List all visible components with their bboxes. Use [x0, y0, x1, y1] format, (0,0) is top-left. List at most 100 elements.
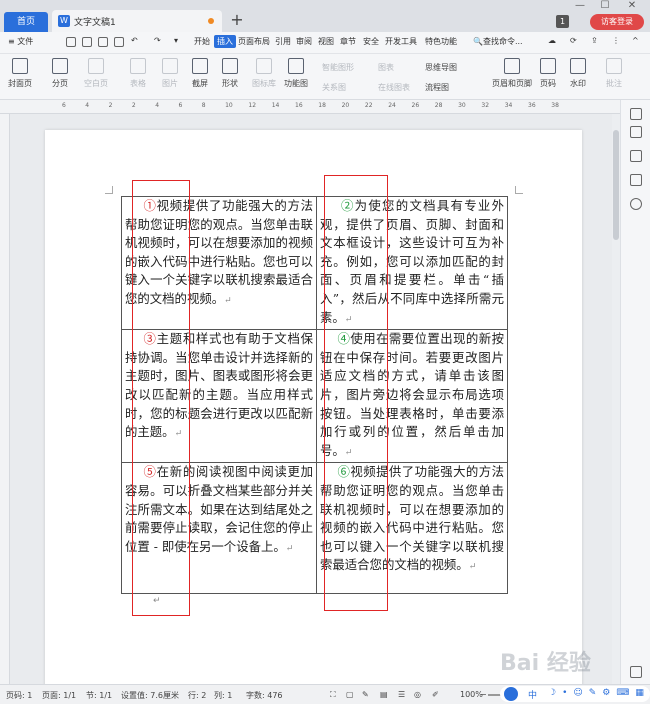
- return-mark: ↵: [285, 543, 294, 554]
- cover-page-button[interactable]: 封面页: [8, 58, 32, 89]
- collapse-ribbon-icon[interactable]: ^: [632, 36, 639, 45]
- ruler-number: 18: [318, 102, 326, 109]
- menu-tab-features[interactable]: 特色功能: [425, 36, 457, 47]
- minimize-button[interactable]: —: [572, 0, 588, 11]
- save-icon[interactable]: [66, 37, 76, 47]
- flowchart-button[interactable]: 流程图: [425, 82, 449, 93]
- more-options-icon[interactable]: ⋮: [612, 36, 620, 45]
- settings-sliders-icon[interactable]: [630, 174, 642, 186]
- undo-icon[interactable]: ↶: [131, 36, 138, 45]
- share-icon[interactable]: ⇪: [591, 36, 598, 45]
- file-menu[interactable]: ≡ 文件: [8, 36, 33, 47]
- status-word-count[interactable]: 字数: 476: [246, 690, 283, 701]
- ruler-number: 8: [201, 102, 206, 109]
- tab-home[interactable]: 首页: [4, 12, 48, 32]
- cloud-icon[interactable]: ☁: [548, 36, 556, 45]
- picture-icon: [162, 58, 178, 74]
- select-cursor-icon[interactable]: [630, 150, 642, 162]
- mind-map-button[interactable]: 思维导图: [425, 62, 457, 73]
- ruler-number: 4: [85, 102, 90, 109]
- ruler-number: 2: [131, 102, 136, 109]
- ime-toolbar[interactable]: 中 ☽•☺✎⚙⌨▦: [500, 686, 650, 702]
- window-count-badge[interactable]: 1: [556, 15, 569, 28]
- watermark-icon: [570, 58, 586, 74]
- icon-library-button[interactable]: 图标库: [252, 58, 276, 89]
- smart-shape-button[interactable]: 智能图形: [322, 62, 354, 73]
- ruler-number: 10: [225, 102, 233, 109]
- close-button[interactable]: ✕: [624, 0, 640, 11]
- ruler-number: 26: [411, 102, 420, 109]
- status-column[interactable]: 列: 1: [214, 690, 232, 701]
- watermark-button[interactable]: 水印: [570, 58, 586, 89]
- edit-pen-icon[interactable]: [630, 126, 642, 138]
- ime-language-indicator[interactable]: 中: [528, 688, 537, 701]
- menu-tab-home[interactable]: 开始: [194, 36, 210, 47]
- add-tab-button[interactable]: +: [228, 12, 246, 30]
- redo-icon[interactable]: ↷: [154, 36, 161, 45]
- blank-page-button[interactable]: 空白页: [84, 58, 108, 89]
- menu-tab-layout[interactable]: 页面布局: [238, 36, 270, 47]
- function-chart-button[interactable]: 功能图: [284, 58, 308, 89]
- apps-grid-icon[interactable]: [630, 666, 642, 678]
- sync-icon[interactable]: ⟳: [570, 36, 577, 45]
- print-preview-icon[interactable]: [114, 37, 124, 47]
- guest-login-button[interactable]: 访客登录: [590, 14, 644, 30]
- tab-document-label: 文字文稿1: [74, 18, 116, 28]
- margin-corner-tl: [105, 186, 113, 194]
- ruler-number: 34: [504, 102, 513, 109]
- help-icon[interactable]: [630, 198, 642, 210]
- zoom-out-button[interactable]: −: [480, 690, 487, 699]
- horizontal-ruler[interactable]: 6 4 2 2 4 6 8 10 12 14 16 18 20 22 24 26 28 30 32 34 36 38: [0, 100, 620, 114]
- chart-button[interactable]: 图表: [378, 62, 394, 73]
- shape-button[interactable]: 形状: [222, 58, 238, 89]
- picture-button[interactable]: 图片: [162, 58, 178, 89]
- header-footer-button[interactable]: 页眉和页脚: [492, 58, 532, 89]
- cover-page-icon: [12, 58, 28, 74]
- ime-tool-icons[interactable]: ☽•☺✎⚙⌨▦: [548, 688, 650, 698]
- reading-mode-icon[interactable]: ▢: [346, 690, 354, 699]
- command-search[interactable]: 🔍查找命令...: [473, 36, 523, 47]
- status-page-number[interactable]: 页码: 1: [6, 690, 32, 701]
- unsaved-dot-icon: [208, 18, 214, 24]
- status-section[interactable]: 节: 1/1: [86, 690, 112, 701]
- status-row[interactable]: 行: 2: [188, 690, 206, 701]
- maximize-button[interactable]: ☐: [597, 0, 613, 11]
- write-view-icon[interactable]: ✐: [432, 690, 439, 699]
- sidebar-collapse-icon[interactable]: [630, 108, 642, 120]
- status-pages[interactable]: 页面: 1/1: [42, 690, 76, 701]
- table-icon: [130, 58, 146, 74]
- status-setting-value[interactable]: 设置值: 7.6厘米: [121, 690, 179, 701]
- menu-tab-section[interactable]: 章节: [340, 36, 356, 47]
- ruler-number: 16: [295, 102, 303, 109]
- document-page[interactable]: ①视频提供了功能强大的方法帮助您证明您的观点。当您单击联机视频时，可以在想要添加…: [45, 130, 582, 690]
- return-mark: ↵: [468, 562, 477, 573]
- title-bar: 首页 W 文字文稿1 + 1 访客登录 — ☐ ✕: [0, 0, 650, 32]
- table-button[interactable]: 表格: [130, 58, 146, 89]
- page-break-button[interactable]: 分页: [52, 58, 68, 89]
- online-chart-button[interactable]: 在线图表: [378, 82, 410, 93]
- page-number-button[interactable]: 页码: [540, 58, 556, 89]
- menu-tab-review[interactable]: 审阅: [296, 36, 312, 47]
- relation-chart-button[interactable]: 关系图: [322, 82, 346, 93]
- menu-tab-references[interactable]: 引用: [275, 36, 291, 47]
- menu-tab-security[interactable]: 安全: [363, 36, 379, 47]
- ruler-number: 30: [458, 102, 466, 109]
- highlight-box-left: [132, 180, 190, 616]
- fullscreen-icon[interactable]: ⛶: [330, 690, 336, 700]
- menu-tab-developer[interactable]: 开发工具: [385, 36, 417, 47]
- menu-tab-view[interactable]: 视图: [318, 36, 334, 47]
- menu-tab-insert[interactable]: 插入: [214, 35, 236, 48]
- more-chevron-icon[interactable]: ▾: [174, 36, 178, 45]
- edit-mode-icon[interactable]: ✎: [362, 690, 369, 699]
- ruler-number: 28: [434, 102, 443, 109]
- page-view-icon[interactable]: ▤: [380, 690, 388, 699]
- print-icon[interactable]: [98, 37, 108, 47]
- tab-document[interactable]: W 文字文稿1: [52, 10, 222, 32]
- vertical-ruler[interactable]: [0, 114, 10, 684]
- export-pdf-icon[interactable]: [82, 37, 92, 47]
- outline-view-icon[interactable]: ☰: [398, 690, 405, 699]
- web-view-icon[interactable]: ◎: [414, 690, 421, 699]
- scrollbar-thumb[interactable]: [613, 130, 619, 240]
- screenshot-button[interactable]: 截屏: [192, 58, 208, 89]
- comment-button[interactable]: 批注: [606, 58, 622, 89]
